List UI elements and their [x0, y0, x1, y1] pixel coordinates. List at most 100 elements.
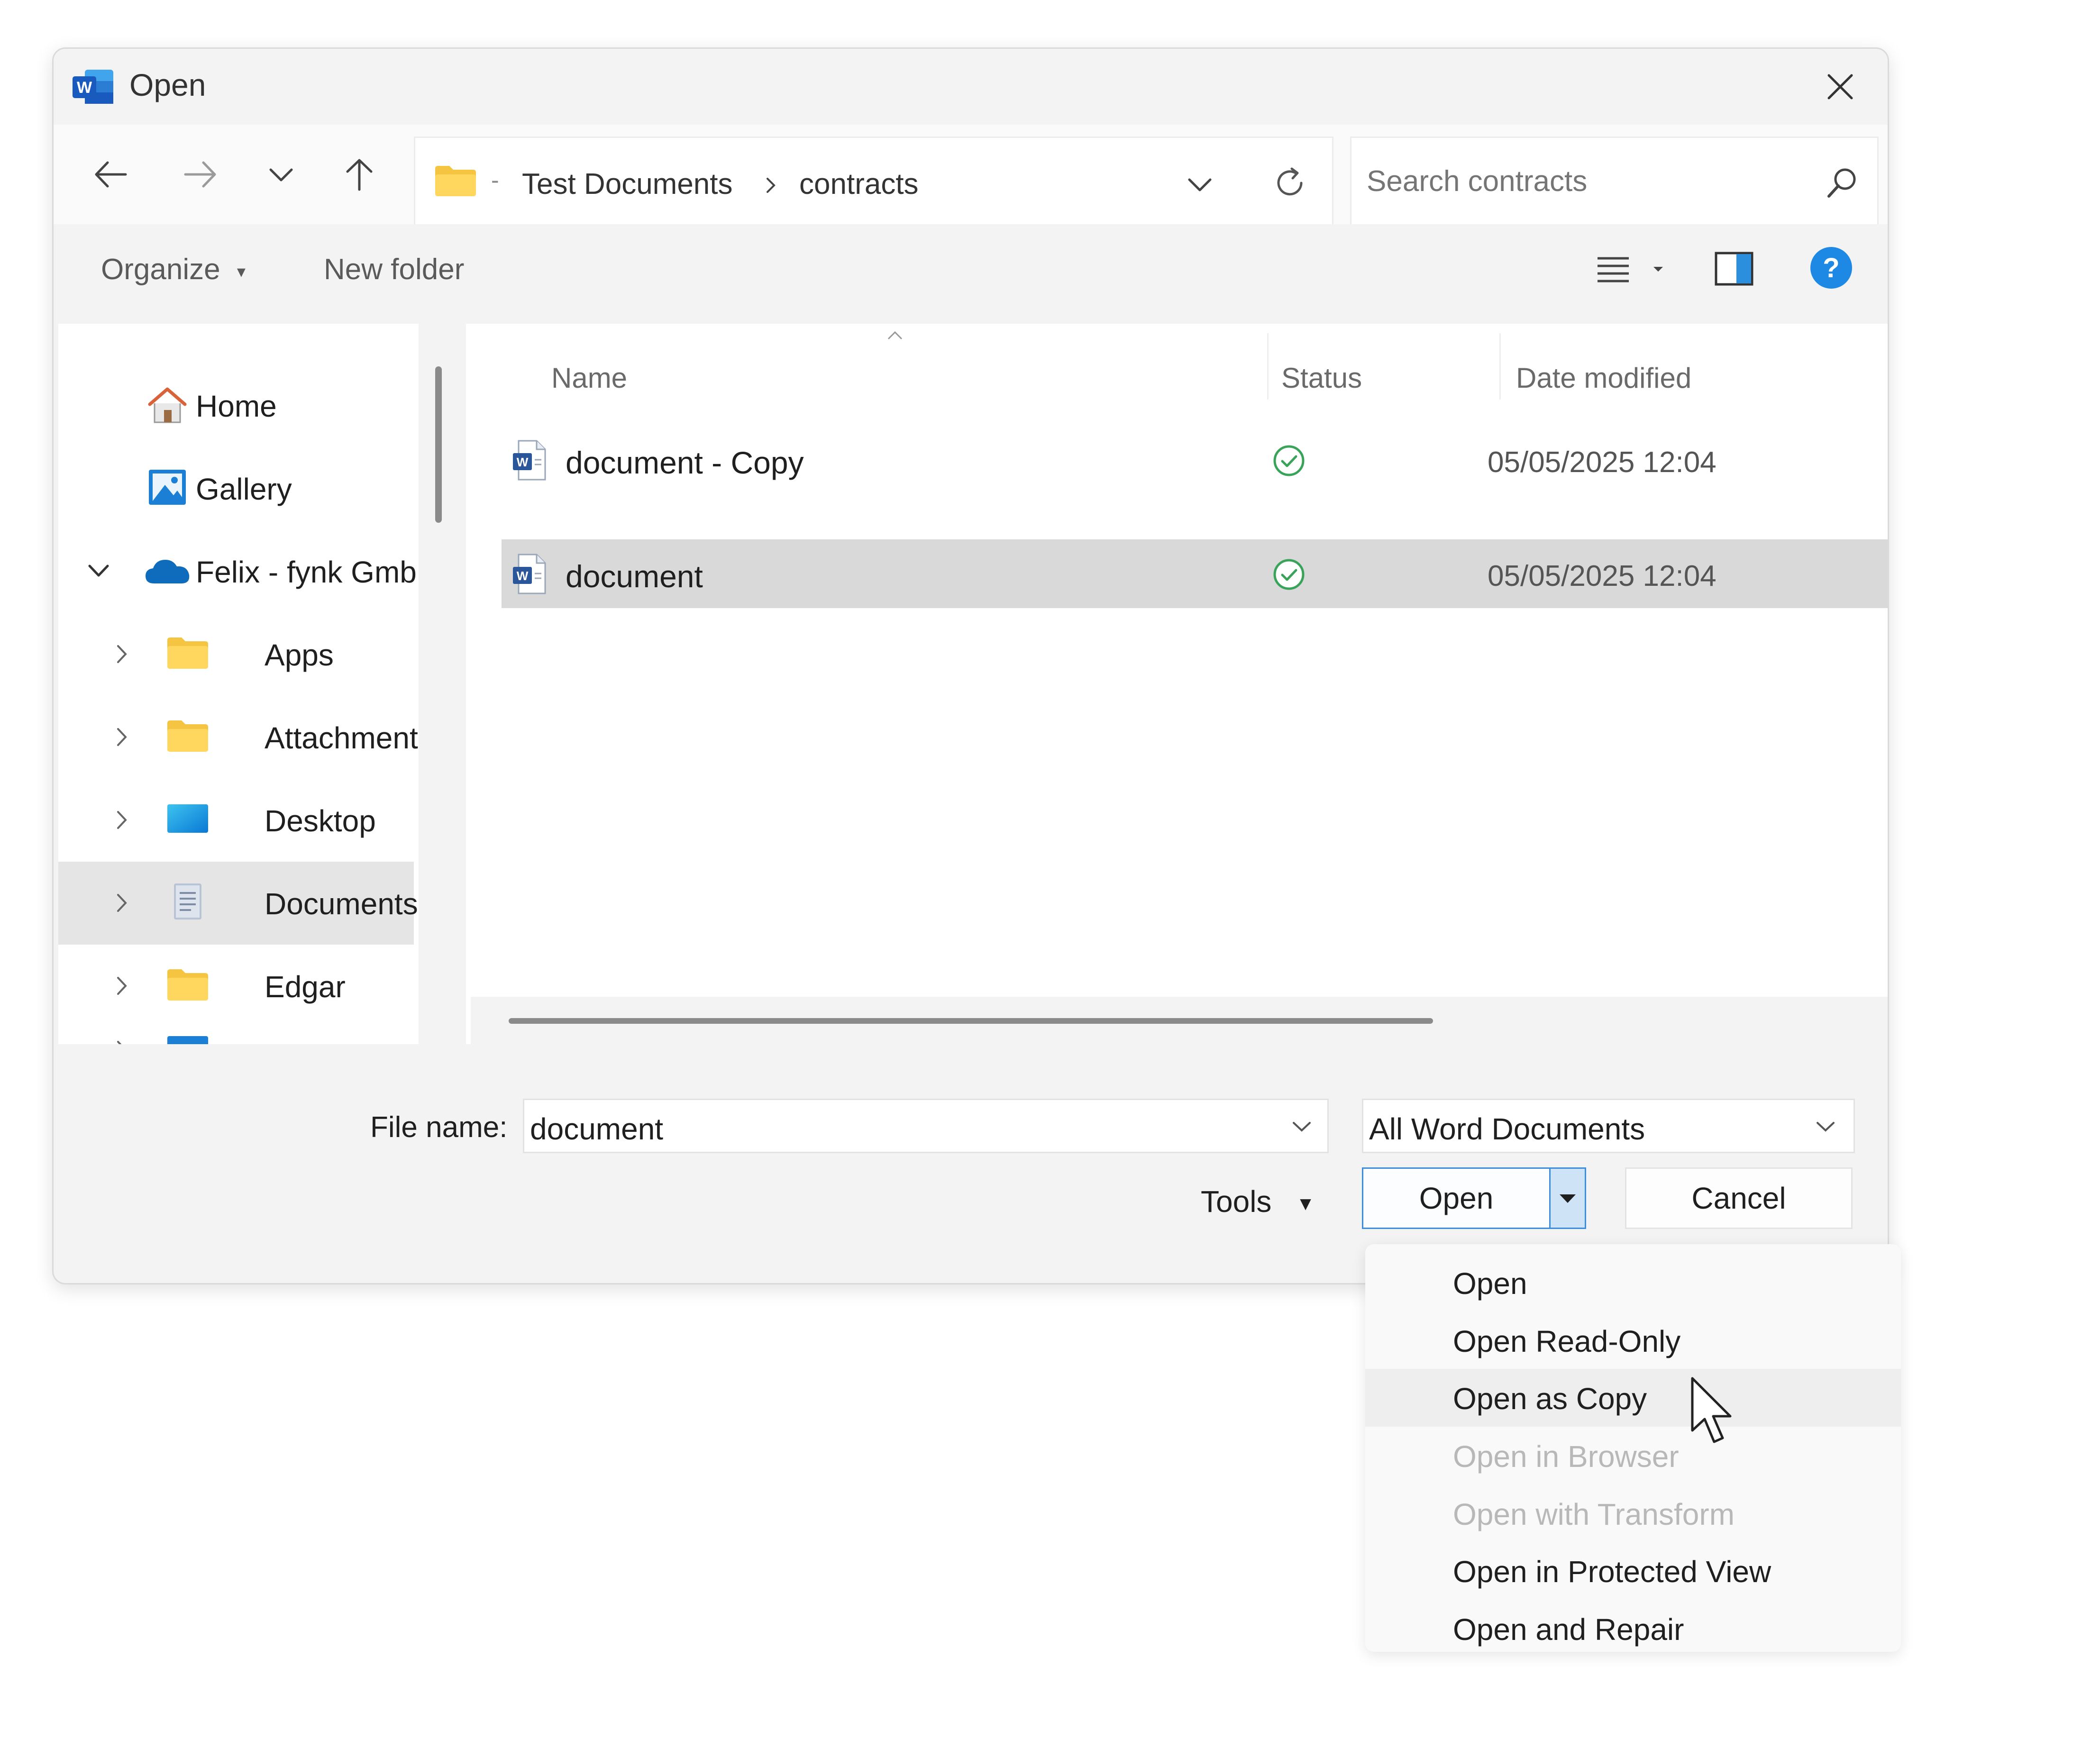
svg-text:W: W: [517, 455, 529, 469]
command-bar: Organize ▾ New folder ?: [54, 224, 1888, 314]
menu-item-open-in-browser: Open in Browser: [1365, 1427, 1901, 1484]
sidebar-label-home: Home: [196, 389, 277, 423]
navigation-pane: Home Gallery Felix - fynk Gmb Apps Attac…: [58, 324, 419, 1044]
sidebar-item-edgar[interactable]: Edgar: [58, 945, 419, 1028]
address-bar[interactable]: - Test Documents contracts: [414, 137, 1333, 227]
cancel-button[interactable]: Cancel: [1625, 1167, 1853, 1229]
menu-item-label: Open: [1453, 1266, 1527, 1301]
back-button[interactable]: [84, 148, 137, 200]
chevron-down-icon[interactable]: [87, 562, 110, 581]
word-logo-icon: W: [73, 70, 113, 104]
sidebar-item-clipped[interactable]: [58, 1028, 419, 1044]
caret-down-icon: ▼: [1296, 1193, 1315, 1214]
forward-button[interactable]: [174, 148, 227, 200]
folder-icon: [167, 969, 208, 1001]
preview-pane-icon[interactable]: [1710, 246, 1758, 293]
documents-icon: [174, 883, 201, 920]
pictures-icon: [167, 1036, 208, 1044]
tools-button[interactable]: Tools ▼: [1201, 1184, 1315, 1219]
menu-item-open-and-repair[interactable]: Open and Repair: [1365, 1600, 1901, 1657]
close-button[interactable]: [1819, 65, 1862, 108]
menu-item-open-with-transform: Open with Transform: [1365, 1484, 1901, 1542]
sidebar-item-attachments[interactable]: Attachments: [58, 696, 419, 779]
menu-item-open-read-only[interactable]: Open Read-Only: [1365, 1311, 1901, 1369]
menu-item-label: Open in Browser: [1453, 1439, 1679, 1474]
chevron-down-icon[interactable]: [1290, 1118, 1314, 1135]
menu-item-open-as-copy[interactable]: Open as Copy: [1365, 1369, 1901, 1427]
breadcrumb-separator-icon: [767, 178, 776, 193]
file-date-modified: 05/05/2025 12:04: [1488, 446, 1717, 479]
up-button[interactable]: [333, 148, 385, 200]
menu-item-label: Open as Copy: [1453, 1382, 1647, 1416]
sidebar-label-apps: Apps: [265, 638, 334, 672]
caret-down-icon: [1560, 1194, 1576, 1203]
sidebar-label-attachments: Attachments: [265, 721, 419, 755]
mouse-cursor-icon: [1691, 1377, 1732, 1443]
column-header-status[interactable]: Status: [1281, 362, 1362, 394]
open-dialog: W Open - Test Documents contracts Search…: [52, 47, 1889, 1284]
navigation-pane-scrollbar[interactable]: [435, 366, 442, 523]
column-header-name[interactable]: Name: [551, 362, 627, 394]
sidebar-item-documents[interactable]: Documents: [58, 862, 418, 945]
sidebar-label-desktop: Desktop: [265, 804, 376, 838]
recent-locations-button[interactable]: [255, 148, 307, 200]
word-document-icon: W: [513, 440, 546, 481]
chevron-down-icon: [269, 168, 293, 182]
svg-text:?: ?: [1823, 253, 1839, 283]
column-separator[interactable]: [1499, 333, 1501, 400]
sidebar-item-apps[interactable]: Apps: [58, 613, 419, 696]
arrow-up-icon: [346, 159, 373, 191]
desktop-icon: [167, 804, 208, 833]
search-box[interactable]: [1350, 137, 1879, 227]
menu-item-label: Open in Protected View: [1453, 1555, 1771, 1589]
search-icon[interactable]: [1823, 164, 1861, 202]
refresh-icon[interactable]: [1271, 164, 1309, 202]
file-row[interactable]: W document - Copy 05/05/2025 12:04: [502, 426, 1888, 494]
breadcrumb-contracts[interactable]: contracts: [799, 167, 919, 201]
file-type-value: All Word Documents: [1369, 1112, 1645, 1146]
organize-button[interactable]: Organize ▾: [101, 253, 246, 286]
onedrive-cloud-icon: [146, 560, 190, 583]
sidebar-item-home[interactable]: Home: [58, 364, 419, 447]
folder-icon: [435, 166, 476, 196]
caret-down-icon[interactable]: [1651, 262, 1665, 276]
sidebar-label-edgar: Edgar: [265, 970, 346, 1004]
sidebar-item-desktop[interactable]: Desktop: [58, 779, 419, 862]
sync-status-ok-icon: [1273, 559, 1305, 590]
sidebar-item-gallery[interactable]: Gallery: [58, 447, 419, 530]
open-dropdown-button[interactable]: [1549, 1167, 1586, 1229]
word-document-icon: W: [513, 554, 546, 594]
tools-label: Tools: [1201, 1184, 1272, 1219]
breadcrumb-overflow[interactable]: -: [491, 166, 499, 194]
file-name-input[interactable]: document: [530, 1111, 663, 1147]
chevron-down-icon[interactable]: [1814, 1118, 1837, 1135]
sidebar-item-onedrive[interactable]: Felix - fynk Gmb: [58, 530, 419, 613]
column-header-date-modified[interactable]: Date modified: [1516, 362, 1691, 394]
file-row-selected[interactable]: W document 05/05/2025 12:04: [502, 539, 1888, 608]
chevron-right-icon[interactable]: [114, 642, 128, 666]
file-name: document - Copy: [566, 445, 804, 480]
chevron-right-icon[interactable]: [114, 1038, 128, 1044]
breadcrumb-test-documents[interactable]: Test Documents: [522, 167, 733, 201]
menu-item-open-in-protected-view[interactable]: Open in Protected View: [1365, 1542, 1901, 1600]
title-bar: W Open: [54, 49, 1888, 125]
chevron-right-icon[interactable]: [114, 974, 128, 998]
help-icon[interactable]: ?: [1808, 244, 1855, 291]
file-name-combobox[interactable]: document: [523, 1099, 1329, 1153]
chevron-right-icon[interactable]: [114, 891, 128, 915]
file-type-select[interactable]: All Word Documents: [1362, 1099, 1855, 1153]
menu-item-label: Open and Repair: [1453, 1612, 1684, 1647]
column-separator[interactable]: [1267, 333, 1269, 400]
sort-ascending-icon: [887, 331, 903, 340]
chevron-right-icon[interactable]: [114, 808, 128, 832]
close-icon: [1827, 74, 1853, 100]
menu-item-open[interactable]: Open: [1365, 1254, 1901, 1311]
chevron-down-icon[interactable]: [1186, 176, 1214, 195]
open-button[interactable]: Open: [1362, 1167, 1549, 1229]
chevron-right-icon[interactable]: [114, 725, 128, 749]
file-list-horizontal-scrollbar[interactable]: [509, 1018, 1433, 1024]
search-input[interactable]: [1366, 157, 1794, 205]
new-folder-button[interactable]: New folder: [324, 253, 464, 286]
menu-item-label: Open Read-Only: [1453, 1324, 1681, 1358]
view-list-icon[interactable]: [1592, 248, 1634, 291]
